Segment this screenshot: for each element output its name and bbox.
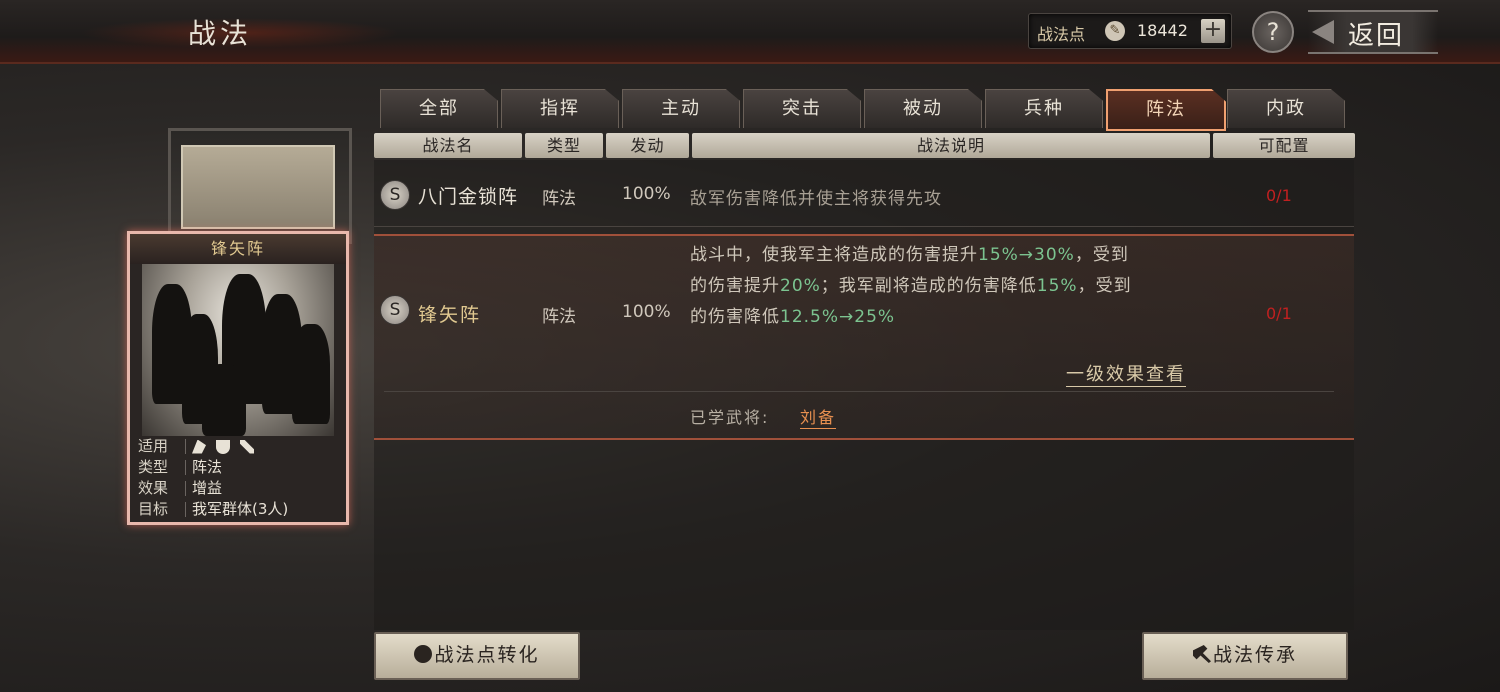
- card-info-value: 增益: [192, 479, 223, 497]
- tab-passive[interactable]: 被动: [864, 89, 982, 128]
- tactic-type: 阵法: [542, 307, 576, 327]
- table-row[interactable]: S 八门金锁阵 阵法 100% 敌军伤害降低并使主将获得先攻 0/1: [374, 168, 1354, 224]
- shield-icon: [216, 439, 230, 454]
- inherit-tactic-label: 战法传承: [1212, 644, 1297, 666]
- tactic-name: 锋矢阵: [418, 304, 482, 326]
- header-description: 战法说明: [692, 133, 1210, 158]
- card-info-row-applicable: 适用: [138, 436, 338, 457]
- card-info-key: 类型: [138, 458, 169, 476]
- card-info: 适用 类型 阵法 效果 增益 目标 我军群体(3人): [138, 436, 338, 520]
- tab-all[interactable]: 全部: [380, 89, 498, 128]
- tab-command[interactable]: 指挥: [501, 89, 619, 128]
- page-title: 战法: [188, 17, 253, 50]
- tactic-description: 战斗中，使我军主将造成的伤害提升15%→30%，受到 的伤害提升20%；我军副将…: [690, 245, 1132, 327]
- back-label: 返回: [1348, 21, 1405, 51]
- level-one-effect-link[interactable]: 一级效果查看: [1066, 360, 1186, 387]
- help-button[interactable]: ?: [1252, 11, 1294, 53]
- card-info-value: 阵法: [192, 458, 223, 476]
- back-button[interactable]: 返回: [1308, 10, 1438, 54]
- card-info-key: 目标: [138, 500, 169, 518]
- inner-divider: [384, 391, 1334, 392]
- tactic-rate: 100%: [622, 302, 671, 322]
- tab-internal[interactable]: 内政: [1227, 89, 1345, 128]
- header-configurable[interactable]: 可配置: [1213, 133, 1355, 158]
- learned-general-link[interactable]: 刘备: [800, 404, 837, 429]
- tactic-points-label: 战法点: [1037, 25, 1086, 44]
- add-points-button[interactable]: +: [1201, 19, 1225, 43]
- tab-assault[interactable]: 突击: [743, 89, 861, 128]
- top-bar: 战法 战法点 ✎ 18442 + ? 返回: [0, 0, 1500, 64]
- card-back-decoration: [168, 128, 352, 244]
- tactic-name: 八门金锁阵: [418, 186, 519, 208]
- card-info-row-target: 目标 我军群体(3人): [138, 499, 338, 520]
- grade-s-icon: S: [380, 180, 410, 210]
- hammer-icon: [1192, 645, 1211, 663]
- tactic-description: 敌军伤害降低并使主将获得先攻: [690, 189, 942, 209]
- table-row-selected[interactable]: S 锋矢阵 阵法 100% 战斗中，使我军主将造成的伤害提升15%→30%，受到…: [374, 234, 1354, 440]
- tactic-type: 阵法: [542, 189, 576, 209]
- convert-points-label: 战法点转化: [434, 644, 540, 666]
- tactic-points-value: 18442: [1137, 21, 1188, 40]
- tab-troop[interactable]: 兵种: [985, 89, 1103, 128]
- header-trigger-rate[interactable]: 发动: [606, 133, 689, 158]
- tactic-point-icon: ✎: [1105, 21, 1125, 41]
- header-tactic-name[interactable]: 战法名: [374, 133, 522, 158]
- tactic-config-count: 0/1: [1266, 304, 1292, 323]
- card-back-scroll: [181, 145, 335, 229]
- convert-points-button[interactable]: 战法点转化: [374, 632, 580, 680]
- header-type[interactable]: 类型: [525, 133, 603, 158]
- convert-icon: [414, 645, 433, 663]
- inherit-tactic-button[interactable]: 战法传承: [1142, 632, 1348, 680]
- back-arrow-icon: [1312, 20, 1334, 44]
- card-illustration: [142, 264, 334, 436]
- learned-generals-label: 已学武将:: [690, 408, 770, 427]
- tab-formation[interactable]: 阵法: [1106, 89, 1226, 131]
- card-info-key: 适用: [138, 437, 169, 455]
- tab-active[interactable]: 主动: [622, 89, 740, 128]
- tactic-points-display: 战法点 ✎ 18442 +: [1028, 13, 1232, 49]
- card-info-row-type: 类型 阵法: [138, 457, 338, 478]
- cavalry-icon: [192, 439, 206, 454]
- archer-icon: [240, 439, 254, 454]
- card-info-key: 效果: [138, 479, 169, 497]
- tactic-card: 锋矢阵 适用 类型 阵法 效果 增益 目标 我军群体(3人): [127, 231, 349, 525]
- card-info-row-effect: 效果 增益: [138, 478, 338, 499]
- row-divider: [374, 226, 1354, 227]
- tactic-config-count: 0/1: [1266, 186, 1292, 205]
- tactic-rate: 100%: [622, 184, 671, 204]
- card-info-value: 我军群体(3人): [192, 500, 289, 518]
- applicable-unit-icons: [192, 436, 264, 457]
- grade-s-icon: S: [380, 295, 410, 325]
- card-name: 锋矢阵: [130, 234, 346, 264]
